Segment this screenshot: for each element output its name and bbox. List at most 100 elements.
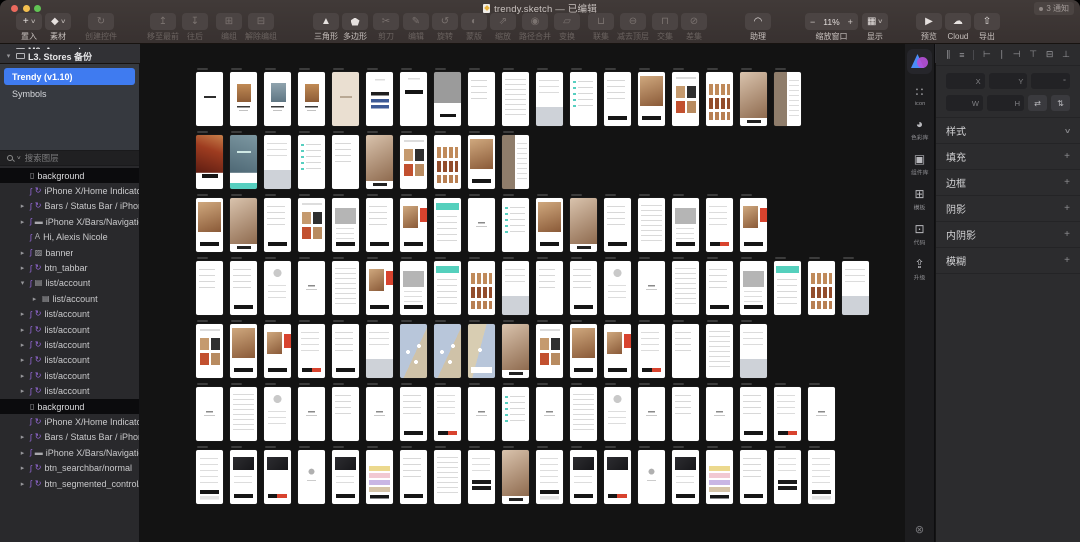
toolbar-view-button[interactable]: ▦∨显示: [862, 13, 888, 41]
artboard-sheet[interactable]: [434, 72, 461, 126]
artboard-profile[interactable]: [264, 261, 291, 315]
layer-row[interactable]: ʃ↻iPhone X/Home Indicato...: [0, 183, 139, 198]
layer-row[interactable]: ▸ʃ↻list/account: [0, 368, 139, 383]
artboard-gray-card[interactable]: [672, 198, 699, 252]
toolbar-polygon-button[interactable]: 多边形: [342, 13, 368, 41]
layer-row[interactable]: ʃAHi, Alexis Nicole: [0, 230, 139, 245]
artboard-thumbs[interactable]: [706, 72, 733, 126]
close-plugin-panel-icon[interactable]: ⊗: [915, 523, 924, 536]
artboard-photo[interactable]: [468, 135, 495, 189]
artboard-red-side[interactable]: [366, 261, 393, 315]
width-field[interactable]: W: [946, 95, 983, 111]
export-button-face[interactable]: ⇧: [974, 13, 1000, 30]
toolbar-assistant-button[interactable]: ◠助理: [745, 13, 771, 41]
align-top-icon[interactable]: ⊤: [1029, 49, 1037, 60]
artboard-btn2[interactable]: [298, 324, 325, 378]
layer-row[interactable]: ▸ʃ▬iPhone X/Bars/Navigatio...: [0, 214, 139, 229]
layer-row[interactable]: ▯background: [0, 168, 139, 183]
flip-horizontal-button[interactable]: ⇄: [1028, 95, 1047, 111]
align-bottom-icon[interactable]: ⊥: [1062, 49, 1070, 60]
artboard-form[interactable]: [332, 135, 359, 189]
artboard-profile[interactable]: [604, 261, 631, 315]
artboard-card2[interactable]: [604, 450, 631, 504]
layer-search[interactable]: ∨ 搜索图层: [0, 150, 139, 166]
artboard-photo-full[interactable]: [230, 198, 257, 252]
artboard-list[interactable]: [502, 72, 529, 126]
artboard-profile[interactable]: [264, 387, 291, 441]
expander-closed-icon[interactable]: ▸: [18, 480, 27, 488]
artboard-teal-head[interactable]: [434, 198, 461, 252]
expander-closed-icon[interactable]: ▸: [18, 372, 27, 380]
artboard-login2[interactable]: [400, 72, 427, 126]
distribute-vertically-icon[interactable]: ≡: [959, 50, 964, 60]
artboard-pay[interactable]: [808, 450, 835, 504]
artboard-form-btn[interactable]: [604, 198, 631, 252]
artboard-list-teal[interactable]: [298, 135, 325, 189]
layer-row[interactable]: ▸ʃ↻list/account: [0, 322, 139, 337]
artboard-pay[interactable]: [196, 450, 223, 504]
artboard-blank[interactable]: [468, 387, 495, 441]
artboard-blank[interactable]: [536, 387, 563, 441]
artboard-grid2[interactable]: [298, 198, 325, 252]
artboard-blank[interactable]: [366, 387, 393, 441]
canvas[interactable]: [140, 44, 905, 542]
inspector-section-填充[interactable]: 填充+: [936, 144, 1080, 170]
artboard-thumbs[interactable]: [808, 261, 835, 315]
artboard-gray-card[interactable]: [332, 198, 359, 252]
layer-row[interactable]: ▸ʃ↻list/account: [0, 353, 139, 368]
artboard-btn2[interactable]: [774, 387, 801, 441]
expander-closed-icon[interactable]: ▸: [18, 464, 27, 472]
artboard-thumbs[interactable]: [434, 135, 461, 189]
add-icon[interactable]: +: [1064, 177, 1070, 188]
layer-row[interactable]: ▸ʃ↻Bars / Status Bar / iPhon...: [0, 199, 139, 214]
artboard-teal-head[interactable]: [434, 261, 461, 315]
zoom-out-icon[interactable]: −: [810, 17, 815, 27]
artboard-keyboard[interactable]: [740, 324, 767, 378]
expander-closed-icon[interactable]: ▸: [18, 387, 27, 395]
artboard-photo-full[interactable]: [502, 324, 529, 378]
artboard-form-btn[interactable]: [230, 261, 257, 315]
align-left-icon[interactable]: ⊢: [983, 49, 991, 60]
artboard-list[interactable]: [706, 324, 733, 378]
artboard-form-btn[interactable]: [706, 261, 733, 315]
artboard-keyboard[interactable]: [502, 261, 529, 315]
artboard-photo-full[interactable]: [502, 450, 529, 504]
toolbar-cloud-button[interactable]: ☁Cloud: [945, 13, 971, 41]
align-middle-icon[interactable]: ⊟: [1046, 49, 1054, 60]
add-icon[interactable]: +: [1064, 255, 1070, 266]
artboard-onb[interactable]: [230, 72, 257, 126]
plugin-template[interactable]: ⊞模板: [913, 188, 926, 212]
artboard-profile[interactable]: [604, 387, 631, 441]
artboard-blank[interactable]: [298, 387, 325, 441]
artboard-list[interactable]: [332, 261, 359, 315]
artboard-form-btn[interactable]: [604, 72, 631, 126]
artboard-keyboard[interactable]: [264, 135, 291, 189]
artboard-blank[interactable]: [468, 198, 495, 252]
artboard-form-btn[interactable]: [570, 261, 597, 315]
page-item[interactable]: Symbols: [4, 85, 135, 102]
artboard-photo[interactable]: [570, 324, 597, 378]
artboard-btn2[interactable]: [434, 387, 461, 441]
artboard-map[interactable]: [400, 324, 427, 378]
artboard-map2[interactable]: [468, 324, 495, 378]
artboard-photo[interactable]: [196, 198, 223, 252]
artboard-list[interactable]: [570, 387, 597, 441]
layer-row[interactable]: ▸ʃ▬iPhone X/Bars/Navigatio...: [0, 445, 139, 460]
artboard-hero-red[interactable]: [196, 135, 223, 189]
zoom-in-icon[interactable]: +: [848, 17, 853, 27]
artboard-form-btn[interactable]: [332, 324, 359, 378]
align-center-horizontal-icon[interactable]: ∣: [999, 49, 1004, 60]
artboard-list[interactable]: [434, 450, 461, 504]
inspector-section-内阴影[interactable]: 内阴影+: [936, 222, 1080, 248]
artboard-list-teal[interactable]: [502, 198, 529, 252]
artboard-form[interactable]: [196, 261, 223, 315]
layer-row[interactable]: ▸ʃ↻list/account: [0, 337, 139, 352]
artboard-teal-head[interactable]: [774, 261, 801, 315]
toolbar-preview-button[interactable]: ▶预览: [916, 13, 942, 41]
artboard-red-side[interactable]: [740, 198, 767, 252]
inspector-section-边框[interactable]: 边框+: [936, 170, 1080, 196]
expander-closed-icon[interactable]: ▸: [18, 356, 27, 364]
expander-closed-icon[interactable]: ▸: [30, 295, 39, 303]
artboard-keyboard[interactable]: [536, 72, 563, 126]
minimize-window-button[interactable]: [23, 5, 30, 12]
